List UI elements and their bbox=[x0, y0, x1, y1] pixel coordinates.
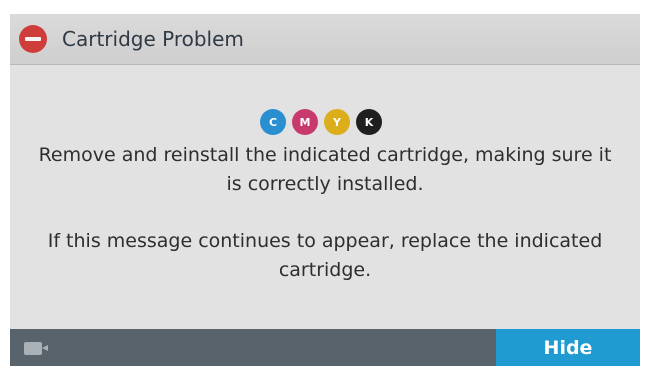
message-line: If this message continues to appear, rep… bbox=[47, 230, 603, 252]
alert-body: C M Y K Remove and reinstall the indicat… bbox=[10, 65, 640, 329]
reinstall-instruction: Remove and reinstall the indicated cartr… bbox=[10, 141, 640, 199]
magenta-cartridge-icon: M bbox=[292, 109, 318, 135]
message-line: cartridge. bbox=[278, 259, 372, 281]
yellow-cartridge-icon: Y bbox=[324, 109, 350, 135]
hide-button[interactable]: Hide bbox=[496, 329, 640, 366]
message-line: Remove and reinstall the indicated cartr… bbox=[38, 144, 612, 166]
black-cartridge-icon: K bbox=[356, 109, 382, 135]
cartridge-indicators: C M Y K bbox=[260, 109, 382, 135]
alert-title: Cartridge Problem bbox=[62, 27, 244, 51]
stop-icon bbox=[19, 25, 47, 53]
replace-instruction: If this message continues to appear, rep… bbox=[10, 227, 640, 285]
cyan-cartridge-icon: C bbox=[260, 109, 286, 135]
message-line: is correctly installed. bbox=[226, 173, 424, 195]
printer-screen: Cartridge Problem C M Y K Remove and rei… bbox=[10, 14, 640, 366]
alert-header: Cartridge Problem bbox=[10, 14, 640, 65]
footer-bar: Hide bbox=[10, 329, 640, 366]
video-camera-icon[interactable] bbox=[24, 342, 48, 355]
